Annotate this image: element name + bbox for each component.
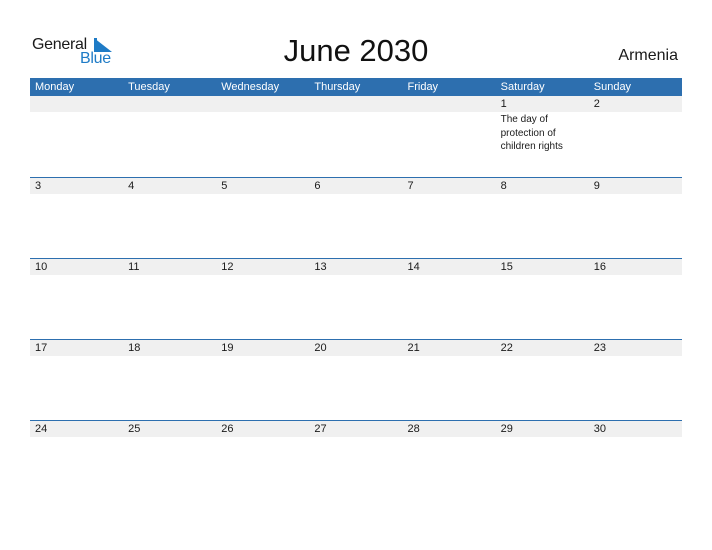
- day-cell: 24: [30, 421, 124, 501]
- day-number: 1: [495, 96, 589, 112]
- day-number: 21: [402, 340, 496, 356]
- day-number: 2: [588, 96, 682, 112]
- day-cell: [309, 96, 403, 177]
- day-cell: 13: [309, 259, 403, 339]
- day-cell: 10: [30, 259, 124, 339]
- day-number: 22: [495, 340, 589, 356]
- day-number: 3: [30, 178, 124, 194]
- day-number: [309, 96, 403, 112]
- day-number: 23: [588, 340, 682, 356]
- day-cell: 26: [216, 421, 310, 501]
- day-cell: 7: [402, 178, 496, 258]
- day-number: 18: [123, 340, 217, 356]
- holiday-note: The day of protection of children rights: [500, 114, 563, 152]
- day-cell: [216, 96, 310, 177]
- day-number: 6: [309, 178, 403, 194]
- day-cell: 20: [309, 340, 403, 420]
- weekday-monday: Monday: [35, 81, 75, 93]
- day-number: 30: [588, 421, 682, 437]
- day-cell: 22: [495, 340, 589, 420]
- week-days: 1 The day of protection of children right…: [30, 96, 682, 177]
- week-days: 10 11 12 13 14 15 16: [30, 259, 682, 339]
- day-number: 12: [216, 259, 310, 275]
- day-number: 10: [30, 259, 124, 275]
- day-cell: 28: [402, 421, 496, 501]
- calendar-grid: Monday Tuesday Wednesday Thursday Friday…: [30, 78, 682, 501]
- day-cell: 29: [495, 421, 589, 501]
- day-cell: 11: [123, 259, 217, 339]
- day-cell: 14: [402, 259, 496, 339]
- week-row: 1 The day of protection of children right…: [30, 96, 682, 177]
- day-cell: 17: [30, 340, 124, 420]
- day-cell: 9: [588, 178, 682, 258]
- day-cell: 16: [588, 259, 682, 339]
- day-number: 25: [123, 421, 217, 437]
- day-cell: 4: [123, 178, 217, 258]
- day-number: 20: [309, 340, 403, 356]
- day-cell: 15: [495, 259, 589, 339]
- day-cell: 3: [30, 178, 124, 258]
- week-row: 3456789: [30, 177, 682, 258]
- week-days: 24 25 26 27 28 29 30: [30, 421, 682, 501]
- week-row: 24 25 26 27 28 29 30: [30, 420, 682, 501]
- day-number: [216, 96, 310, 112]
- day-cell: [123, 96, 217, 177]
- day-cell: 18: [123, 340, 217, 420]
- day-number: 9: [588, 178, 682, 194]
- day-cell: 21: [402, 340, 496, 420]
- week-row: 17 18 19 20 21 22 23: [30, 339, 682, 420]
- day-number: 14: [402, 259, 496, 275]
- day-cell: [402, 96, 496, 177]
- day-number: 29: [495, 421, 589, 437]
- week-days: 17 18 19 20 21 22 23: [30, 340, 682, 420]
- day-cell: 6: [309, 178, 403, 258]
- weekday-header: Monday Tuesday Wednesday Thursday Friday…: [30, 78, 682, 96]
- day-number: 8: [495, 178, 589, 194]
- day-number: [123, 96, 217, 112]
- day-number: 11: [123, 259, 217, 275]
- day-cell: 30: [588, 421, 682, 501]
- weekday-tuesday: Tuesday: [128, 81, 170, 93]
- day-cell: 1 The day of protection of children right…: [495, 96, 589, 177]
- weekday-thursday: Thursday: [314, 81, 361, 93]
- day-number: 26: [216, 421, 310, 437]
- weekday-wednesday: Wednesday: [221, 81, 280, 93]
- week-row: 10 11 12 13 14 15 16: [30, 258, 682, 339]
- day-number: [402, 96, 496, 112]
- day-number: 15: [495, 259, 589, 275]
- day-number: 4: [123, 178, 217, 194]
- day-cell: 23: [588, 340, 682, 420]
- weekday-saturday: Saturday: [500, 81, 545, 93]
- day-number: 28: [402, 421, 496, 437]
- weekday-sunday: Sunday: [593, 81, 632, 93]
- day-cell: 27: [309, 421, 403, 501]
- day-cell: 2: [588, 96, 682, 177]
- day-cell: [30, 96, 124, 177]
- day-number: 13: [309, 259, 403, 275]
- country-label: Armenia: [618, 47, 678, 64]
- day-number: 7: [402, 178, 496, 194]
- day-number: 16: [588, 259, 682, 275]
- day-cell: 5: [216, 178, 310, 258]
- day-cell: 19: [216, 340, 310, 420]
- week-days: 3456789: [30, 178, 682, 258]
- weeks-container: 1 The day of protection of children right…: [30, 96, 682, 501]
- weekday-friday: Friday: [407, 81, 439, 93]
- day-number: 24: [30, 421, 124, 437]
- day-number: 27: [309, 421, 403, 437]
- day-number: 19: [216, 340, 310, 356]
- day-number: 5: [216, 178, 310, 194]
- day-cell: 25: [123, 421, 217, 501]
- calendar-title: June 2030: [283, 33, 429, 68]
- day-cell: 8: [495, 178, 589, 258]
- day-number: [30, 96, 124, 112]
- day-number: 17: [30, 340, 124, 356]
- day-cell: 12: [216, 259, 310, 339]
